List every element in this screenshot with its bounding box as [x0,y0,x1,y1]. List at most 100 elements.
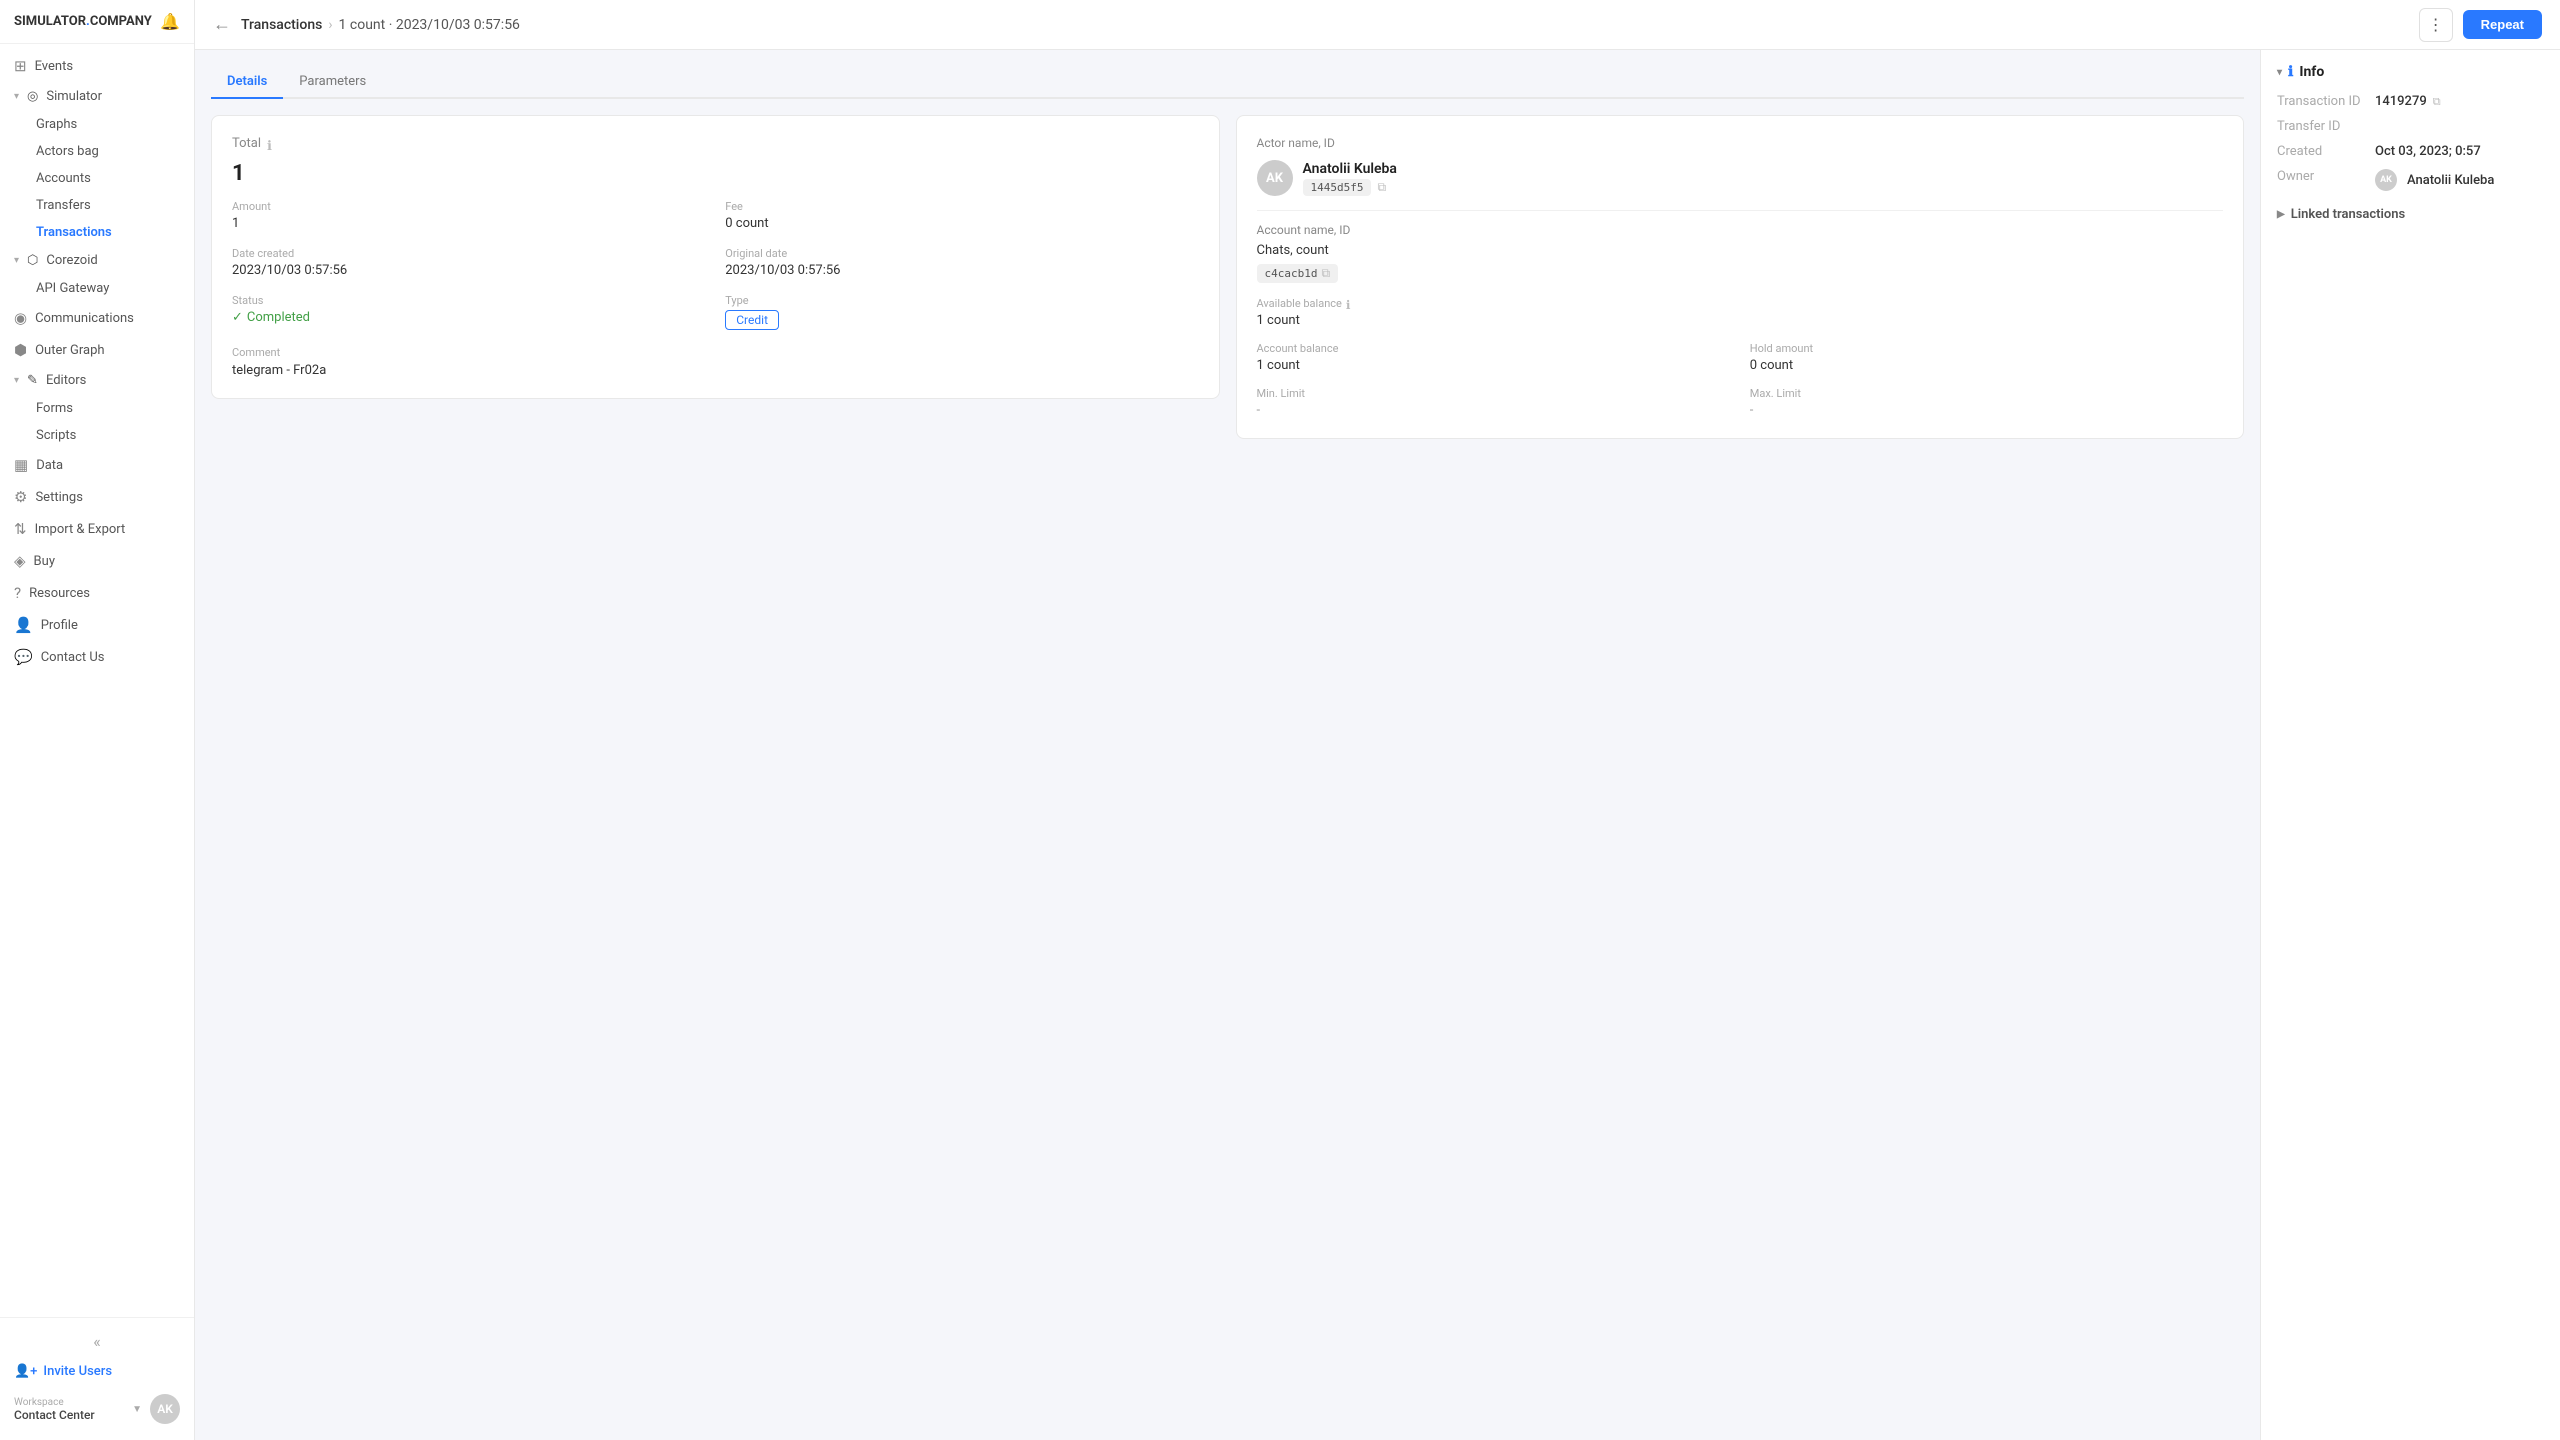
available-balance-info-icon: ℹ [1346,298,1351,312]
status-badge: ✓ Completed [232,310,310,325]
sidebar-item-api-gateway[interactable]: API Gateway [0,275,194,302]
actor-account-card: Actor name, ID AK Anatolii Kuleba 1445d5… [1236,115,2245,439]
logo-prefix: SIMULATOR [14,14,86,29]
transfer-id-row: Transfer ID [2277,119,2544,134]
tab-details[interactable]: Details [211,66,283,99]
profile-icon: 👤 [14,616,33,634]
more-options-button[interactable]: ⋮ [2419,8,2453,42]
available-balance-field: Available balance ℹ 1 count [1257,297,2224,328]
sidebar-item-data[interactable]: ▦ Data [0,449,194,481]
created-row: Created Oct 03, 2023; 0:57 [2277,144,2544,159]
sidebar-item-transactions[interactable]: Transactions [0,219,194,246]
workspace-info: Workspace Contact Center [14,1397,124,1422]
more-icon: ⋮ [2428,15,2444,35]
sidebar-item-editors[interactable]: ▾ ✎ Editors [0,366,194,395]
chevron-down-icon: ▾ [14,375,19,386]
tabs: Details Parameters [211,66,2244,99]
sidebar-item-simulator[interactable]: ▾ ◎ Simulator [0,82,194,111]
actor-details: Anatolii Kuleba 1445d5f5 ⧉ [1303,161,1397,196]
breadcrumb: Transactions › 1 count · 2023/10/03 0:57… [241,17,520,33]
logo-suffix: COMPANY [90,14,152,29]
sidebar-item-import-export[interactable]: ⇅ Import & Export [0,513,194,545]
sidebar-item-settings[interactable]: ⚙ Settings [0,481,194,513]
breadcrumb-separator: › [328,17,332,33]
back-button[interactable]: ← [213,14,231,35]
field-status: Status ✓ Completed [232,294,705,330]
account-balance-field: Account balance 1 count [1257,342,1730,373]
copy-actor-id-button[interactable]: ⧉ [1377,180,1386,195]
invite-icon: 👤+ [14,1364,37,1379]
sidebar-item-graphs[interactable]: Graphs [0,111,194,138]
sidebar-item-communications[interactable]: ◉ Communications [0,302,194,334]
actor-row: AK Anatolii Kuleba 1445d5f5 ⧉ [1257,160,2224,196]
contact-icon: 💬 [14,648,33,666]
collapse-sidebar-button[interactable]: « [0,1326,194,1357]
balance-grid: Available balance ℹ 1 count Account bala… [1257,297,2224,418]
sidebar-item-label: Communications [35,311,134,326]
editors-icon: ✎ [27,373,38,388]
actor-name-id-label: Actor name, ID [1257,136,2224,150]
events-icon: ⊞ [14,57,27,75]
owner-avatar: AK [2375,169,2397,191]
comment-label: Comment [232,346,1199,359]
breadcrumb-transactions-link[interactable]: Transactions [241,17,322,33]
fields-grid: Amount 1 Fee 0 count Date created 2023/1… [232,200,1199,330]
sidebar-item-resources[interactable]: ? Resources [0,577,194,609]
sidebar-item-label: Resources [29,586,90,601]
communications-icon: ◉ [14,309,27,327]
type-badge: Credit [725,310,779,330]
chevron-down-icon: ▾ [14,91,19,102]
repeat-button[interactable]: Repeat [2463,10,2542,39]
actor-name: Anatolii Kuleba [1303,161,1397,177]
logo-area: SIMULATOR.COMPANY 🔔 [0,0,194,44]
linked-transactions-header[interactable]: ▶ Linked transactions [2277,207,2544,222]
sidebar-item-forms[interactable]: Forms [0,395,194,422]
created-value: Oct 03, 2023; 0:57 [2375,144,2481,159]
owner-value: AK Anatolii Kuleba [2375,169,2494,191]
sidebar-item-contact-us[interactable]: 💬 Contact Us [0,641,194,673]
transaction-id-row: Transaction ID 1419279 ⧉ [2277,94,2544,109]
transaction-id-label: Transaction ID [2277,94,2367,109]
workspace-avatar: AK [150,1394,180,1424]
bell-icon[interactable]: 🔔 [160,12,180,31]
sidebar-item-scripts[interactable]: Scripts [0,422,194,449]
sidebar-item-accounts[interactable]: Accounts [0,165,194,192]
sidebar-item-label: Events [35,59,73,74]
sidebar-item-actors-bag[interactable]: Actors bag [0,138,194,165]
account-name-value: Chats, count [1257,243,2224,258]
invite-users-button[interactable]: 👤+ Invite Users [0,1357,194,1386]
sidebar-item-buy[interactable]: ◈ Buy [0,545,194,577]
sidebar-item-corezoid[interactable]: ▾ ⬡ Corezoid [0,246,194,275]
field-fee: Fee 0 count [725,200,1198,231]
outer-graph-icon: ⬢ [14,341,27,359]
field-amount: Amount 1 [232,200,705,231]
field-date-created: Date created 2023/10/03 0:57:56 [232,247,705,278]
copy-transaction-id-button[interactable]: ⧉ [2433,95,2441,109]
copy-account-id-button[interactable]: ⧉ [1321,266,1330,281]
nav-section-main: ⊞ Events ▾ ◎ Simulator Graphs Actors bag… [0,44,194,679]
workspace-bar[interactable]: Workspace Contact Center ▼ AK [0,1386,194,1432]
info-panel-header: ▾ ℹ Info [2277,64,2544,80]
account-id-badge: c4cacb1d ⧉ [1257,264,1339,283]
buy-icon: ◈ [14,552,26,570]
owner-row: Owner AK Anatolii Kuleba [2277,169,2544,191]
content-main: Details Parameters Total ℹ 1 [195,50,2260,1440]
actor-id-badge: 1445d5f5 [1303,179,1372,196]
cards-row: Total ℹ 1 Amount 1 Fee 0 count [211,115,2244,439]
sidebar: SIMULATOR.COMPANY 🔔 ⊞ Events ▾ ◎ Simulat… [0,0,195,1440]
breadcrumb-current: 1 count · 2023/10/03 0:57:56 [339,17,520,33]
import-export-icon: ⇅ [14,520,27,538]
comment-section: Comment telegram - Fr02a [232,346,1199,378]
sidebar-item-events[interactable]: ⊞ Events [0,50,194,82]
sidebar-bottom: « 👤+ Invite Users Workspace Contact Cent… [0,1317,194,1440]
tab-parameters[interactable]: Parameters [283,66,382,99]
info-icon: ℹ [2288,64,2293,80]
linked-label: Linked transactions [2291,207,2406,222]
sidebar-item-profile[interactable]: 👤 Profile [0,609,194,641]
logo-text: SIMULATOR.COMPANY [14,14,152,29]
sidebar-item-label: Simulator [46,89,102,104]
created-label: Created [2277,144,2367,159]
sidebar-item-transfers[interactable]: Transfers [0,192,194,219]
corezoid-icon: ⬡ [27,253,38,268]
sidebar-item-outer-graph[interactable]: ⬢ Outer Graph [0,334,194,366]
